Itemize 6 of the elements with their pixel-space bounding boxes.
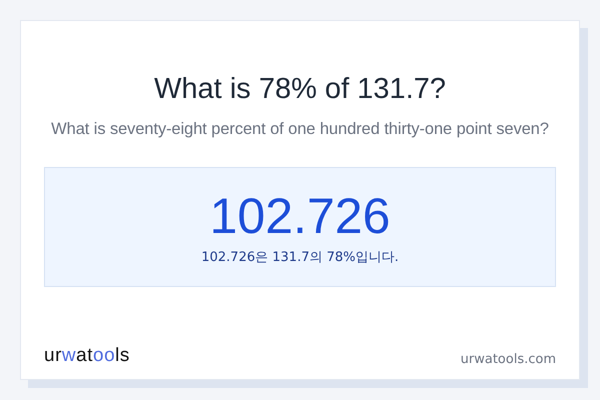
- question-title: What is 78% of 131.7?: [154, 73, 446, 106]
- result-sentence: 102.726은 131.7의 78%입니다.: [201, 248, 399, 266]
- result-value: 102.726: [210, 188, 390, 244]
- question-subtitle: What is seventy-eight percent of one hundred thirty-one point seven?: [51, 120, 549, 139]
- logo: urwatools: [44, 345, 130, 367]
- site-url: urwatools.com: [460, 352, 556, 367]
